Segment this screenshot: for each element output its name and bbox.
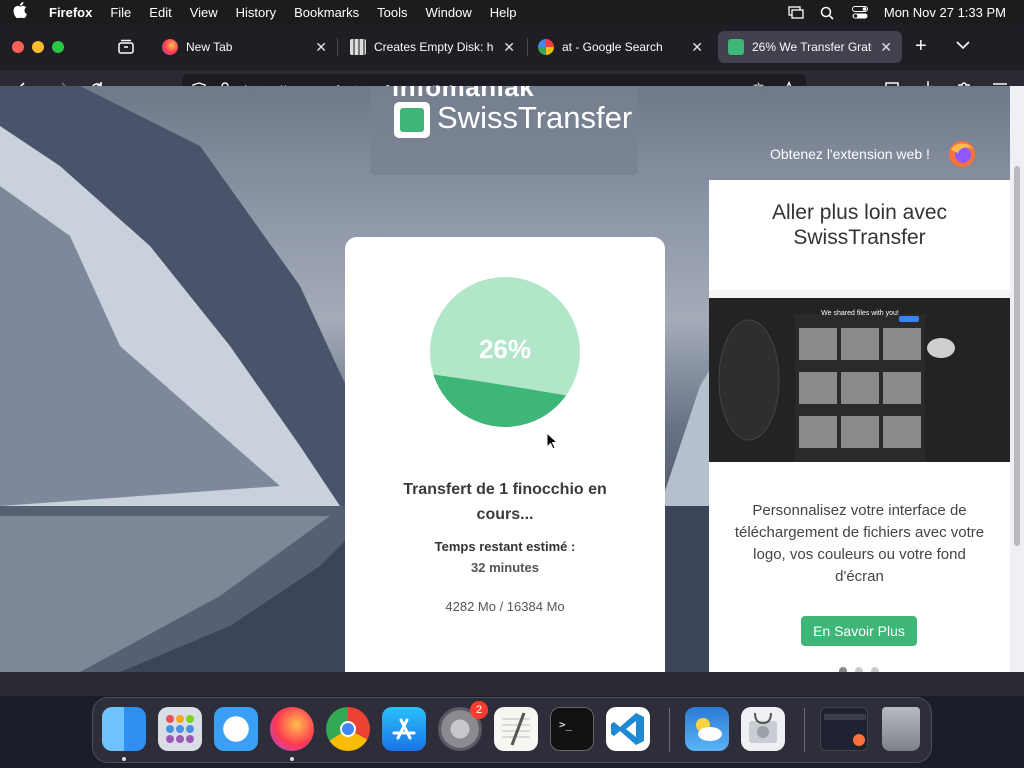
textedit-icon[interactable] (494, 707, 538, 751)
new-tab-icon[interactable]: + (915, 35, 927, 58)
carousel-dots (839, 667, 879, 672)
google-icon (538, 39, 554, 55)
close-tab-icon[interactable]: ✕ (880, 39, 892, 56)
eta-label: Temps restant estimé : (434, 539, 576, 554)
tab-title: at - Google Search (562, 40, 663, 54)
learn-more-button[interactable]: En Savoir Plus (801, 616, 917, 646)
swisstransfer-logo-text: SwissTransfer (437, 100, 633, 135)
list-all-tabs-icon[interactable] (956, 37, 970, 53)
scrollbar-thumb[interactable] (1014, 166, 1020, 546)
progress-percent-label: 26% (479, 334, 531, 364)
control-center-icon[interactable] (851, 5, 868, 19)
menu-app-name[interactable]: Firefox (40, 5, 101, 20)
minimize-window-button[interactable] (32, 41, 44, 53)
vscode-icon[interactable] (606, 707, 650, 751)
firefox-window-thumbnail-icon[interactable] (820, 707, 868, 751)
page-scrollbar[interactable] (1010, 86, 1024, 672)
swisstransfer-logo-icon (394, 102, 430, 138)
close-tab-icon[interactable]: ✕ (503, 39, 515, 56)
weather-icon[interactable] (685, 707, 729, 751)
promo-description: Personnalisez votre interface de télécha… (734, 502, 985, 585)
menu-file[interactable]: File (101, 5, 140, 20)
promo-image-caption: We shared files with you! (821, 310, 899, 317)
tab-title: 26% We Transfer Gratuit (752, 40, 872, 54)
tab-bar: New Tab ✕ Creates Empty Disk: hdiu ✕ at … (0, 24, 1024, 70)
menu-edit[interactable]: Edit (140, 5, 180, 20)
screen-mirroring-icon[interactable] (788, 5, 804, 19)
promo-screenshot-image: We shared files with you! (709, 290, 1010, 462)
trash-icon[interactable] (882, 707, 920, 751)
mouse-cursor-icon (546, 432, 558, 450)
finder-icon[interactable] (102, 707, 146, 751)
notification-badge: 2 (470, 701, 488, 719)
brand-logo-box[interactable]: infomaniak SwissTransfer (370, 86, 638, 175)
browser-extension-link[interactable]: Obtenez l'extension web ! (770, 146, 930, 162)
firefox-icon[interactable] (270, 707, 314, 751)
page-content: infomaniak SwissTransfer 26% Transfert d… (0, 86, 1010, 672)
menubar-clock[interactable]: Mon Nov 27 1:33 PM (884, 5, 1006, 20)
disk-utility-icon[interactable] (741, 707, 785, 751)
terminal-icon[interactable]: >_ (550, 707, 594, 751)
carousel-dot-3[interactable] (871, 667, 879, 672)
tab-swisstransfer[interactable]: 26% We Transfer Gratuit ✕ (718, 31, 902, 63)
close-window-button[interactable] (12, 41, 24, 53)
chrome-icon[interactable] (326, 707, 370, 751)
promo-title: Aller plus loin avec SwissTransfer (771, 201, 948, 249)
tab-title: Creates Empty Disk: hdiu (374, 40, 494, 54)
firefox-view-icon[interactable] (116, 37, 136, 57)
safari-icon[interactable] (214, 707, 258, 751)
svg-text:>_: >_ (559, 718, 573, 731)
tab-title: New Tab (186, 40, 233, 54)
tab-creates-empty-disk[interactable]: Creates Empty Disk: hdiu ✕ (340, 31, 525, 63)
carousel-dot-1[interactable] (839, 667, 847, 672)
menu-window[interactable]: Window (417, 5, 481, 20)
window-controls (12, 41, 64, 53)
menu-bookmarks[interactable]: Bookmarks (285, 5, 368, 20)
close-tab-icon[interactable]: ✕ (691, 39, 703, 56)
zoom-window-button[interactable] (52, 41, 64, 53)
apple-icon[interactable] (0, 2, 40, 22)
menu-help[interactable]: Help (481, 5, 526, 20)
menu-tools[interactable]: Tools (368, 5, 416, 20)
spotlight-search-icon[interactable] (820, 6, 836, 20)
transfer-status-title: Transfert de 1 finocchio en cours... (403, 481, 607, 523)
menu-view[interactable]: View (181, 5, 227, 20)
launchpad-icon[interactable] (158, 707, 202, 751)
menu-history[interactable]: History (227, 5, 285, 20)
progress-circle: 26% (430, 277, 580, 427)
firefox-icon (162, 39, 178, 55)
transfer-size-progress: 4282 Mo / 16384 Mo (445, 599, 565, 614)
tab-new-tab[interactable]: New Tab ✕ (152, 31, 337, 63)
tab-google-search[interactable]: at - Google Search ✕ (528, 31, 713, 63)
transfer-progress-card: 26% Transfert de 1 finocchio en cours...… (345, 237, 665, 672)
dock: 2 >_ (92, 697, 932, 763)
app-store-icon[interactable] (382, 707, 426, 751)
carousel-dot-2[interactable] (855, 667, 863, 672)
swisstransfer-icon (728, 39, 744, 55)
menubar: Firefox File Edit View History Bookmarks… (0, 0, 1024, 24)
doc-icon (350, 39, 366, 55)
firefox-icon[interactable] (948, 140, 976, 168)
close-tab-icon[interactable]: ✕ (315, 39, 327, 56)
promo-panel: Aller plus loin avec SwissTransfer We sh… (709, 180, 1010, 672)
eta-value: 32 minutes (471, 560, 539, 575)
